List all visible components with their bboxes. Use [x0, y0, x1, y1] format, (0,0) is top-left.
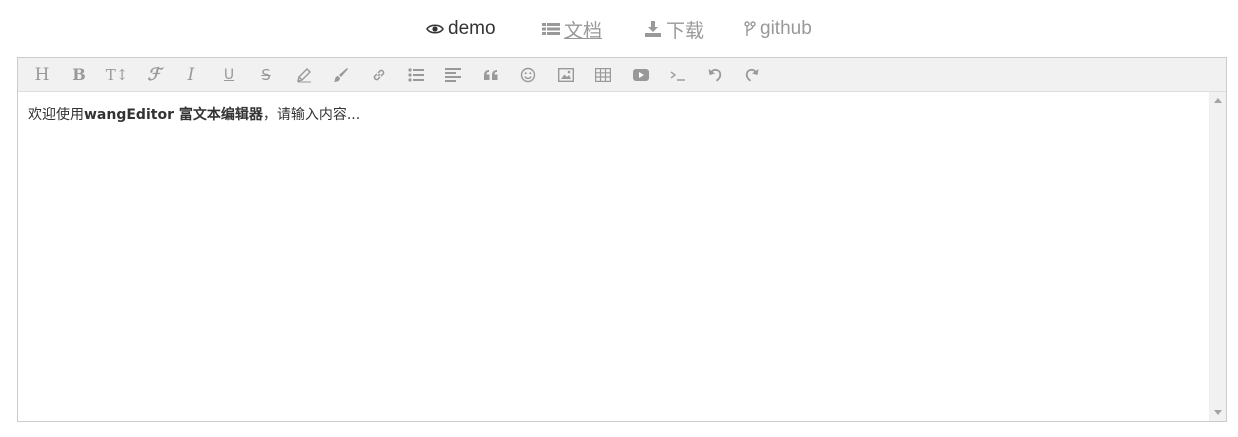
italic-button[interactable]: I [179, 64, 203, 86]
content-text-suffix: ，请输入内容... [262, 107, 361, 123]
link-button[interactable] [367, 64, 391, 86]
eye-icon [426, 23, 444, 35]
paintbrush-icon [333, 67, 349, 83]
redo-button[interactable] [740, 64, 764, 86]
redo-icon [744, 67, 760, 83]
terminal-icon [670, 69, 686, 81]
list-icon [542, 22, 560, 36]
content-text-prefix: 欢迎使用 [28, 107, 84, 123]
quote-icon [483, 69, 499, 81]
font-size-icon: T↕ [105, 65, 129, 84]
scroll-up-arrow-icon[interactable] [1214, 98, 1222, 103]
heading-button[interactable]: H [30, 64, 54, 86]
undo-button[interactable] [703, 64, 727, 86]
text-color-button[interactable] [292, 64, 316, 86]
play-icon [633, 69, 649, 81]
underline-button[interactable]: U [217, 64, 241, 86]
strikethrough-icon: S [261, 65, 271, 84]
strikethrough-button[interactable]: S [254, 64, 278, 86]
quote-button[interactable] [479, 64, 503, 86]
content-text-bold: wangEditor 富文本编辑器 [84, 107, 263, 123]
bold-icon: B [72, 65, 86, 84]
nav-download-link[interactable]: 下载 [644, 16, 704, 42]
pencil-icon [296, 67, 312, 83]
nav-demo-label: demo [448, 18, 496, 39]
vertical-scrollbar[interactable] [1209, 92, 1226, 421]
link-icon [371, 67, 387, 83]
bold-button[interactable]: B [67, 64, 91, 86]
font-name-button[interactable]: ℱ [142, 64, 166, 86]
nav-docs-link[interactable]: 文档 [542, 16, 602, 42]
table-button[interactable] [591, 64, 615, 86]
italic-icon: I [187, 64, 195, 85]
nav-download-label: 下载 [666, 20, 705, 42]
top-navigation: demo 文档 下载 github [0, 0, 1238, 57]
underline-icon: U [223, 67, 235, 83]
nav-github-link[interactable]: github [744, 16, 812, 42]
align-left-icon [445, 68, 461, 82]
video-button[interactable] [629, 64, 653, 86]
editor-content-area[interactable]: 欢迎使用wangEditor 富文本编辑器，请输入内容... [18, 92, 1209, 421]
nav-demo-link[interactable]: demo [426, 16, 496, 42]
justify-button[interactable] [441, 64, 465, 86]
scroll-down-arrow-icon[interactable] [1214, 410, 1222, 415]
editor-toolbar: H B T↕ ℱ I U S [18, 58, 1226, 92]
download-icon [644, 21, 662, 37]
list-button[interactable] [404, 64, 428, 86]
nav-docs-label: 文档 [564, 20, 603, 42]
font-name-icon: ℱ [147, 64, 161, 85]
heading-icon: H [34, 64, 50, 85]
image-icon [558, 68, 574, 82]
fork-icon [744, 21, 756, 37]
rich-text-editor: H B T↕ ℱ I U S 欢迎使用wangEditor 富文本编辑器，请输入… [17, 57, 1227, 422]
undo-icon [707, 67, 723, 83]
font-size-button[interactable]: T↕ [105, 64, 129, 86]
background-color-button[interactable] [329, 64, 353, 86]
smiley-icon [520, 67, 536, 83]
nav-github-label: github [760, 18, 812, 39]
bullet-list-icon [408, 68, 424, 82]
code-button[interactable] [666, 64, 690, 86]
table-icon [595, 68, 611, 82]
image-button[interactable] [554, 64, 578, 86]
emoticon-button[interactable] [516, 64, 540, 86]
